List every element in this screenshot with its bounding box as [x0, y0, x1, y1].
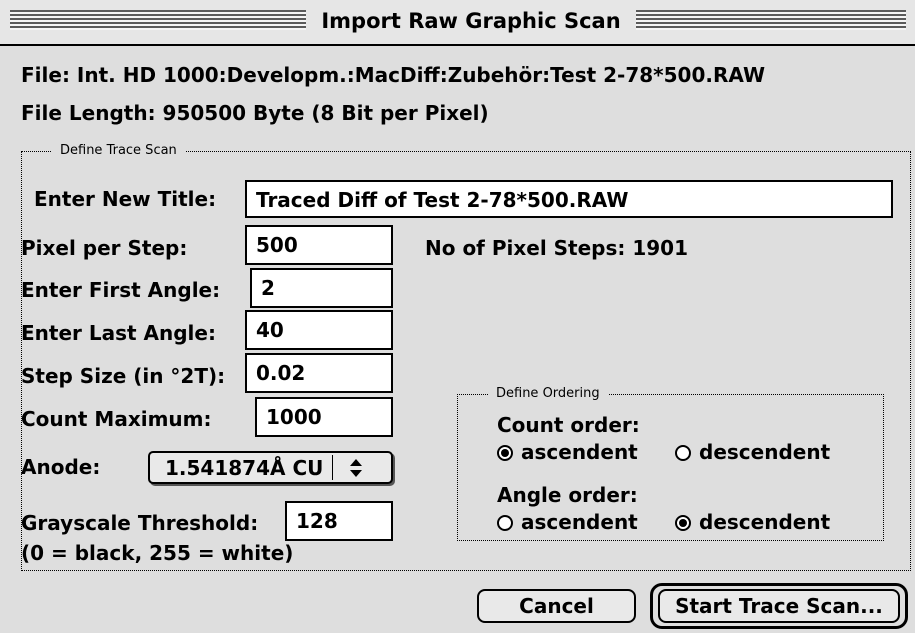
angle-order-ascendent-radio[interactable] [497, 515, 513, 531]
pixel-per-step-label: Pixel per Step: [21, 236, 188, 260]
first-angle-label: Enter First Angle: [21, 278, 221, 302]
start-trace-scan-button[interactable]: Start Trace Scan... [658, 589, 900, 623]
count-maximum-label: Count Maximum: [21, 407, 212, 431]
file-length-label: File Length: 950500 Byte (8 Bit per Pixe… [21, 101, 489, 125]
step-size-input[interactable]: 0.02 [245, 353, 393, 393]
title-bar-stripes-left [10, 10, 306, 30]
title-bar-stripes-right [636, 10, 906, 30]
define-ordering-title: Define Ordering [488, 386, 608, 402]
first-angle-input[interactable]: 2 [250, 268, 393, 308]
count-order-descendent-radio[interactable] [675, 445, 691, 461]
angle-order-ascendent-label[interactable]: ascendent [521, 509, 638, 535]
popup-divider [332, 455, 333, 480]
define-trace-scan-title: Define Trace Scan [52, 143, 185, 159]
cancel-button[interactable]: Cancel [477, 589, 636, 623]
new-title-label: Enter New Title: [34, 187, 217, 211]
count-order-ascendent-radio[interactable] [497, 445, 513, 461]
up-down-arrows-icon [350, 459, 362, 477]
angle-order-descendent-radio[interactable] [675, 515, 691, 531]
pixel-steps-readout: No of Pixel Steps: 1901 [425, 236, 689, 260]
angle-order-label: Angle order: [497, 483, 638, 507]
count-maximum-input[interactable]: 1000 [255, 397, 393, 437]
grayscale-threshold-label: Grayscale Threshold: [21, 511, 259, 535]
anode-popup-menu[interactable]: 1.541874Å CU [148, 451, 393, 484]
count-order-ascendent-label[interactable]: ascendent [521, 439, 638, 465]
pixel-per-step-input[interactable]: 500 [245, 225, 393, 265]
angle-order-descendent-label[interactable]: descendent [699, 509, 830, 535]
last-angle-input[interactable]: 40 [245, 310, 393, 350]
last-angle-label: Enter Last Angle: [21, 321, 216, 345]
anode-selected-value: 1.541874Å CU [165, 456, 324, 480]
title-bar[interactable]: Import Raw Graphic Scan [0, 0, 915, 46]
file-path-label: File: Int. HD 1000:Developm.:MacDiff:Zub… [21, 63, 766, 87]
grayscale-threshold-input[interactable]: 128 [285, 501, 393, 541]
step-size-label: Step Size (in °2T): [21, 364, 226, 388]
anode-label: Anode: [21, 455, 101, 479]
count-order-label: Count order: [497, 413, 640, 437]
new-title-input[interactable]: Traced Diff of Test 2-78*500.RAW [245, 180, 893, 218]
window-title: Import Raw Graphic Scan [312, 2, 630, 40]
count-order-descendent-label[interactable]: descendent [699, 439, 830, 465]
threshold-hint: (0 = black, 255 = white) [21, 541, 294, 565]
